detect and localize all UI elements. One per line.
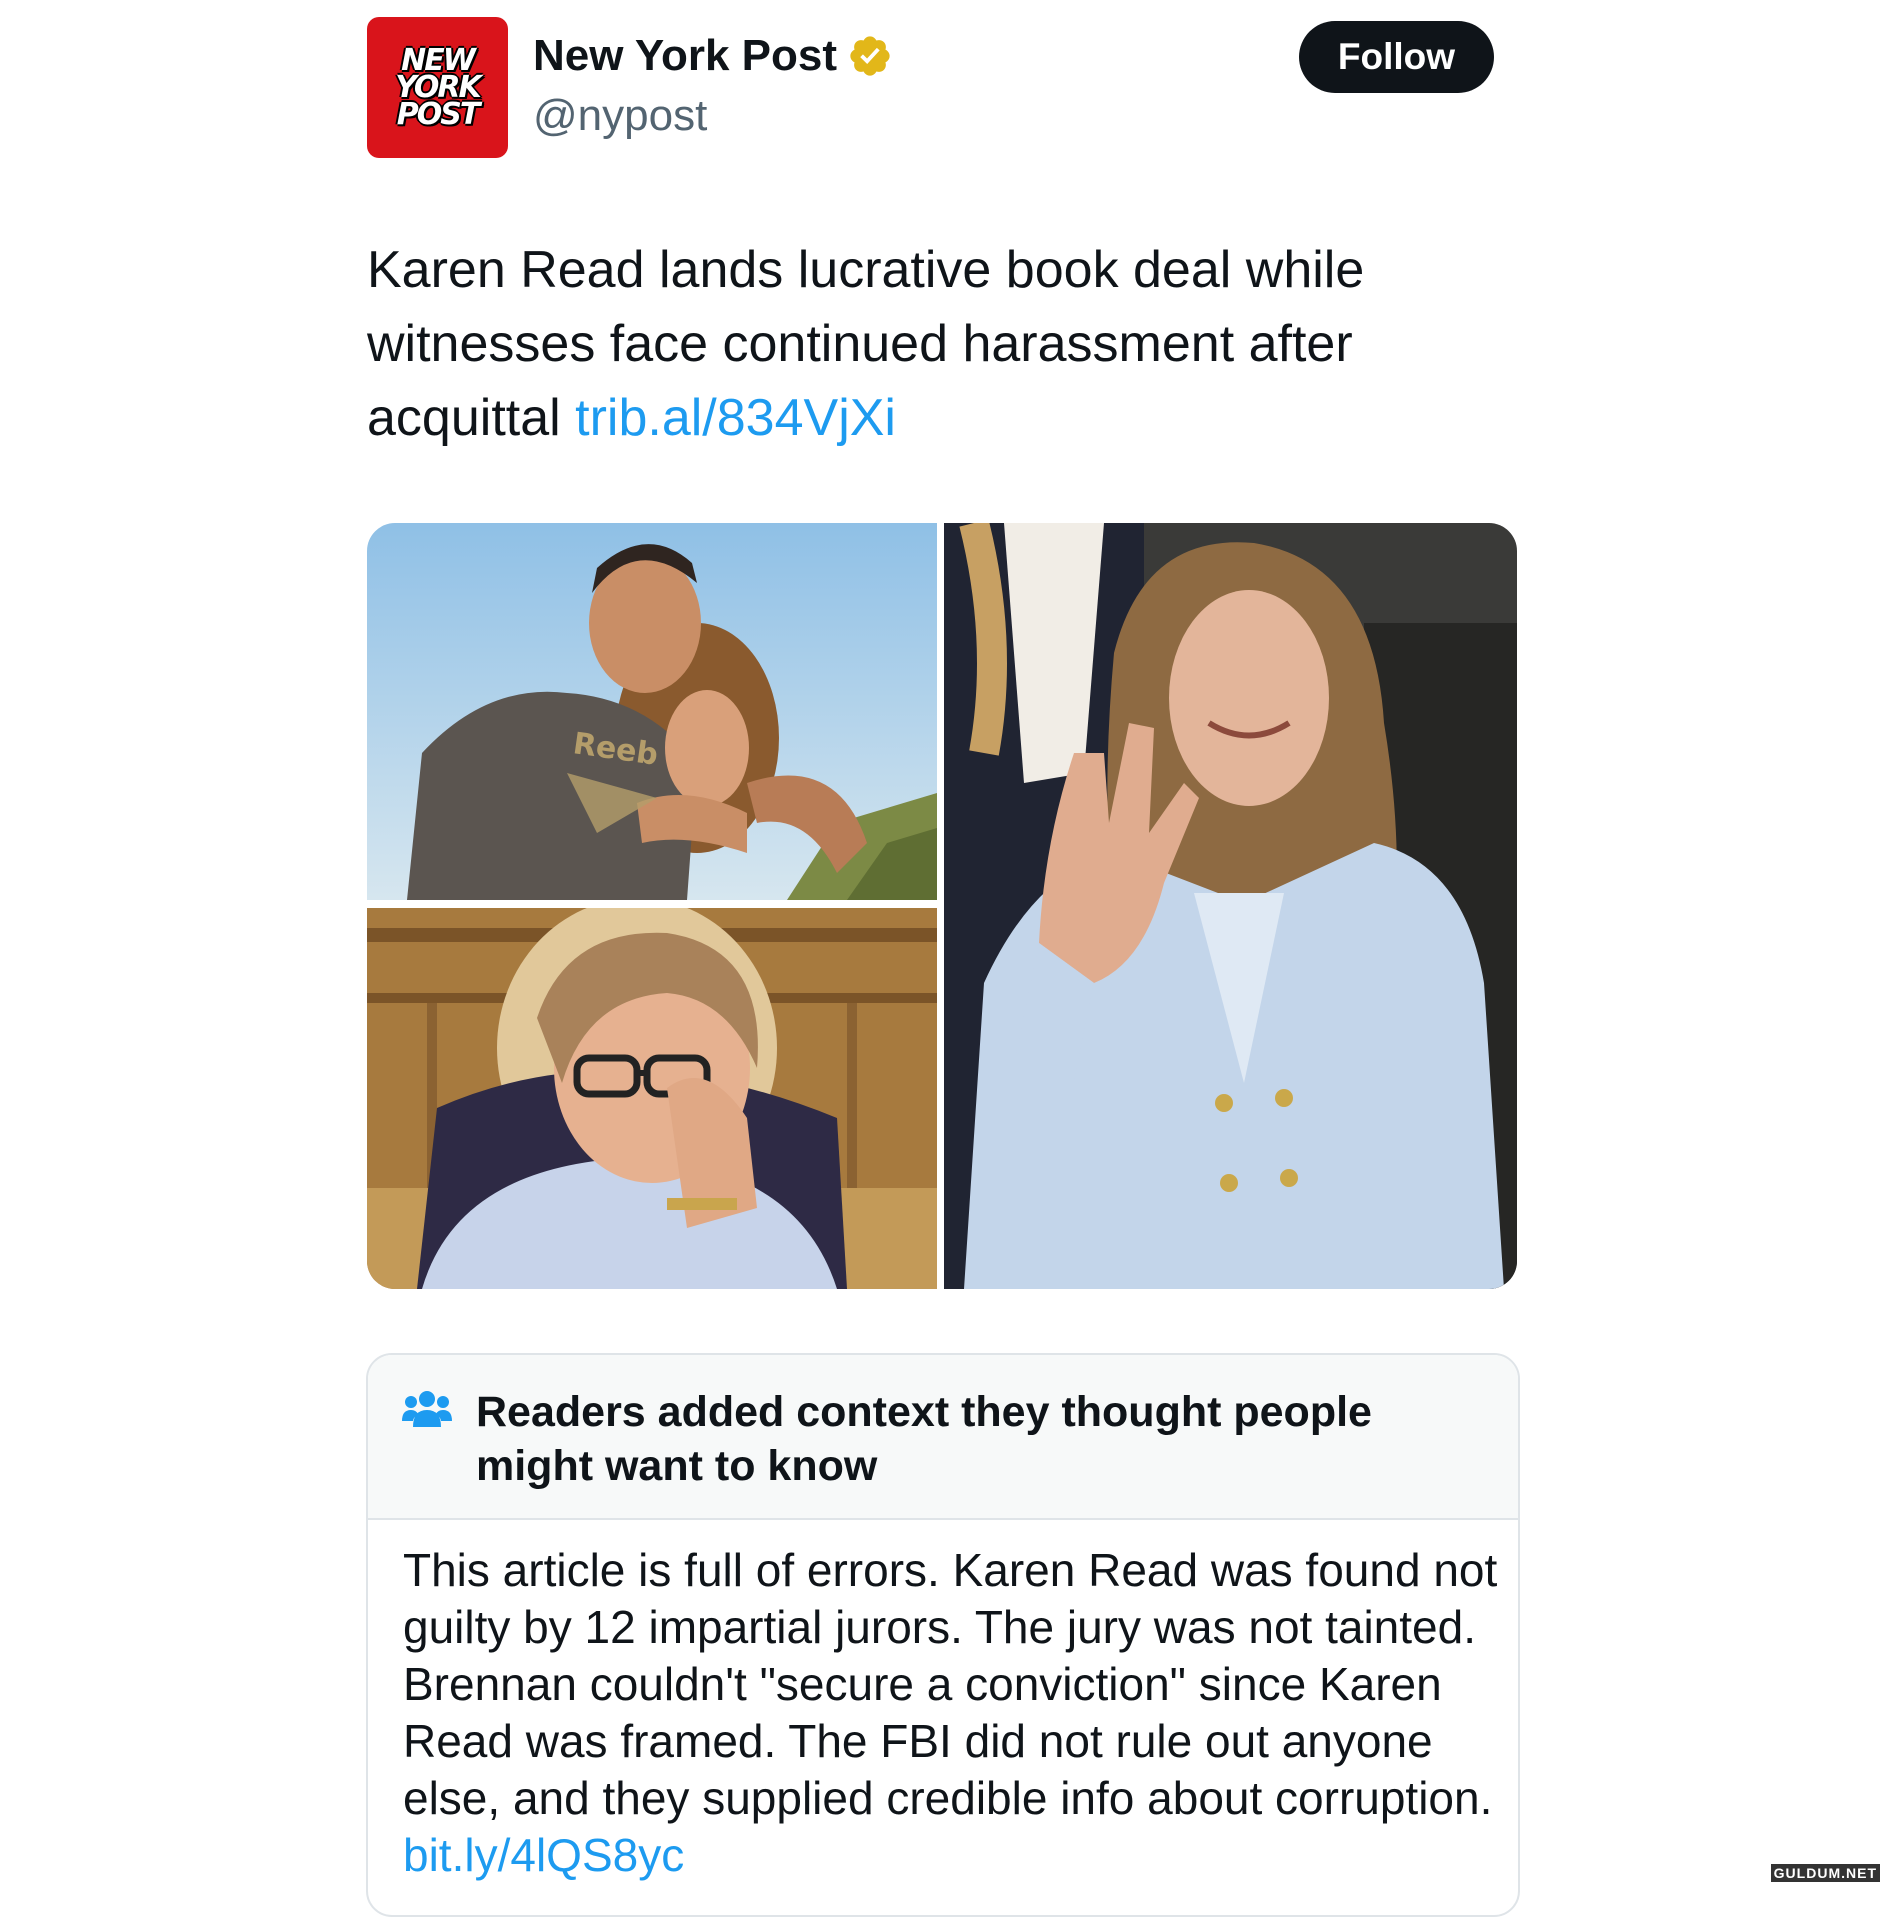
community-note-body: This article is full of errors. Karen Re… <box>403 1542 1503 1884</box>
verified-icon <box>850 36 890 76</box>
watermark: GULDUM.NET <box>1770 1864 1880 1882</box>
community-note-title: Readers added context they thought peopl… <box>476 1388 1372 1490</box>
photo-couple[interactable]: Reeb <box>367 523 937 900</box>
tweet-text: Karen Read lands lucrative book deal whi… <box>367 233 1517 455</box>
people-icon <box>402 1391 452 1427</box>
account-handle[interactable]: @nypost <box>533 91 707 141</box>
community-note: Readers added context they thought peopl… <box>366 1353 1520 1917</box>
account-name-row[interactable]: New York Post <box>533 30 893 82</box>
follow-button[interactable]: Follow <box>1299 21 1494 93</box>
media-grid: Reeb <box>367 523 1517 1289</box>
logo-line-3: POST <box>396 97 481 132</box>
community-note-link[interactable]: bit.ly/4lQS8yc <box>403 1829 684 1881</box>
tweet-link[interactable]: trib.al/834VjXi <box>575 389 896 447</box>
photo-courtroom[interactable] <box>367 908 937 1289</box>
nypost-logo: NEW YORK POST <box>367 46 508 132</box>
community-note-text: This article is full of errors. Karen Re… <box>403 1544 1498 1824</box>
avatar[interactable]: NEW YORK POST <box>367 17 508 158</box>
display-name[interactable]: New York Post <box>533 31 837 81</box>
photo-karen-read[interactable] <box>944 523 1517 1289</box>
community-note-header[interactable]: Readers added context they thought peopl… <box>368 1355 1518 1520</box>
